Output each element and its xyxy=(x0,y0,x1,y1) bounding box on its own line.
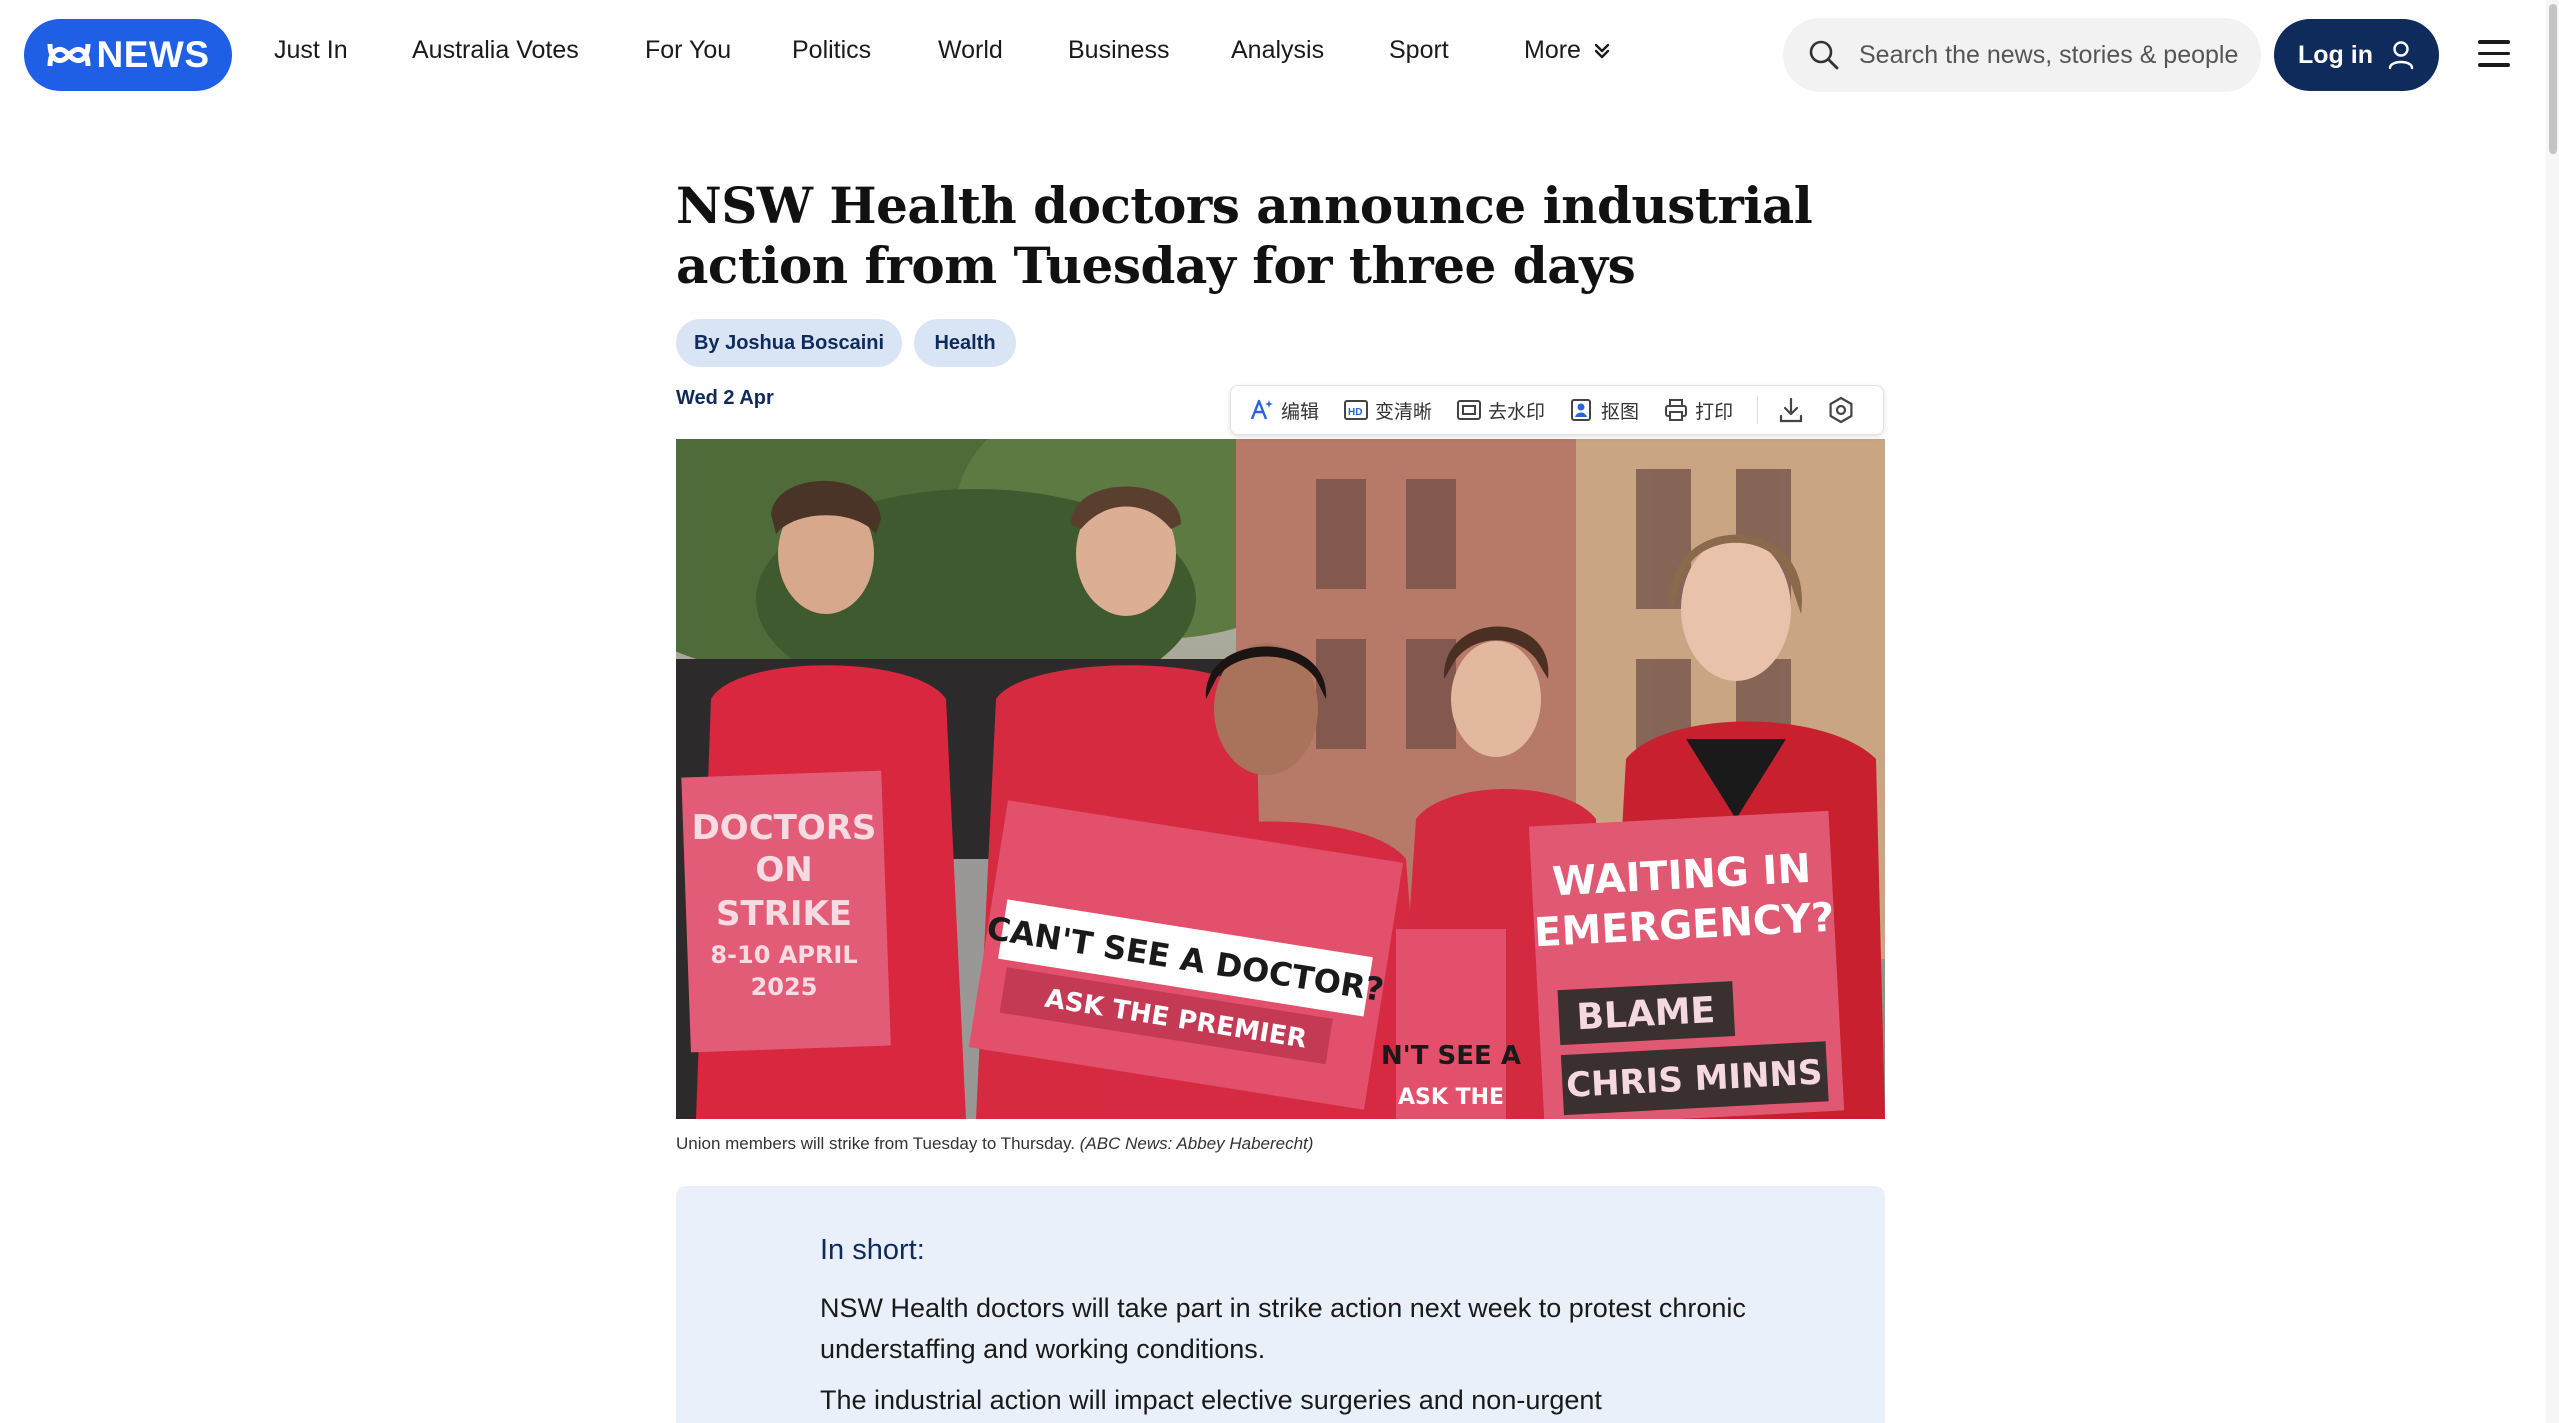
abc-news-logo[interactable]: NEWS xyxy=(24,19,232,91)
sign-partial-line1: N'T SEE A xyxy=(1381,1041,1521,1071)
search-bar[interactable] xyxy=(1783,18,2261,92)
topic-tag[interactable]: Health xyxy=(914,319,1016,367)
sign-left-line3: STRIKE xyxy=(716,894,852,934)
caption-text: Union members will strike from Tuesday t… xyxy=(676,1134,1076,1153)
caption-credit: (ABC News: Abbey Haberecht) xyxy=(1079,1134,1314,1153)
toolbar-edit-label: 编辑 xyxy=(1281,401,1320,423)
nav-for-you[interactable]: For You xyxy=(645,36,731,65)
ai-edit-icon xyxy=(1250,399,1273,420)
nav-politics[interactable]: Politics xyxy=(792,36,871,65)
nav-sport[interactable]: Sport xyxy=(1389,36,1449,65)
toolbar-print-label: 打印 xyxy=(1695,401,1734,423)
nav-analysis[interactable]: Analysis xyxy=(1231,36,1324,65)
chevron-double-down-icon xyxy=(1594,43,1610,58)
in-short-box: In short: NSW Health doctors will take p… xyxy=(676,1186,1885,1423)
author-tag[interactable]: By Joshua Boscaini xyxy=(676,319,902,367)
download-icon[interactable] xyxy=(1776,395,1806,425)
toolbar-watermark-label: 去水印 xyxy=(1488,401,1546,423)
image-caption: Union members will strike from Tuesday t… xyxy=(676,1134,1313,1154)
hero-image: DOCTORS ON STRIKE 8-10 APRIL 2025 CAN'T … xyxy=(676,439,1885,1119)
toolbar-cutout-button[interactable]: 抠图 xyxy=(1569,397,1639,424)
scrollbar-thumb[interactable] xyxy=(2549,4,2557,154)
publish-date: Wed 2 Apr xyxy=(676,387,774,409)
sign-right-line3: BLAME xyxy=(1576,990,1717,1038)
toolbar-cutout-label: 抠图 xyxy=(1601,401,1640,423)
abc-logo-icon xyxy=(47,43,90,67)
login-label: Log in xyxy=(2298,40,2373,69)
print-icon xyxy=(1665,399,1688,421)
sign-left-line4: 8-10 APRIL xyxy=(710,941,857,969)
watermark-remove-icon xyxy=(1457,400,1482,420)
toolbar-hd-button[interactable]: HD 变清晰 xyxy=(1343,397,1432,424)
sign-left-line1: DOCTORS xyxy=(692,808,877,848)
nav-australia-votes[interactable]: Australia Votes xyxy=(412,36,579,65)
nav-more[interactable]: More xyxy=(1524,36,1613,65)
hd-icon: HD xyxy=(1344,400,1369,420)
sign-left-line2: ON xyxy=(755,850,812,890)
nav-just-in[interactable]: Just In xyxy=(274,36,348,65)
menu-icon[interactable] xyxy=(2478,40,2510,68)
logo-text: NEWS xyxy=(96,34,210,75)
image-toolbar: 编辑 HD 变清晰 去水印 抠图 打印 xyxy=(1230,385,1884,435)
svg-text:HD: HD xyxy=(1348,407,1362,418)
sign-left-line5: 2025 xyxy=(751,973,818,1001)
in-short-title: In short: xyxy=(820,1234,925,1266)
search-input[interactable] xyxy=(1859,40,2259,70)
nav-world[interactable]: World xyxy=(938,36,1003,65)
nav-more-label: More xyxy=(1524,36,1581,64)
toolbar-hd-label: 变清晰 xyxy=(1375,401,1433,423)
sign-partial-line2: ASK THE xyxy=(1398,1085,1504,1110)
in-short-point-2: The industrial action will impact electi… xyxy=(820,1385,1602,1415)
page-scrollbar[interactable] xyxy=(2546,0,2559,1423)
cutout-icon xyxy=(1571,399,1592,421)
user-icon xyxy=(2388,41,2414,70)
login-button[interactable]: Log in xyxy=(2274,19,2439,91)
site-header: NEWS Just In Australia Votes For You Pol… xyxy=(0,0,2559,108)
toolbar-edit-button[interactable]: 编辑 xyxy=(1249,397,1319,424)
article-headline: NSW Health doctors announce industrial a… xyxy=(676,176,1813,295)
search-icon xyxy=(1809,40,1839,70)
in-short-point-1: NSW Health doctors will take part in str… xyxy=(820,1293,1746,1364)
toolbar-print-button[interactable]: 打印 xyxy=(1663,397,1733,424)
nav-business[interactable]: Business xyxy=(1068,36,1169,65)
toolbar-divider xyxy=(1757,396,1759,424)
toolbar-watermark-button[interactable]: 去水印 xyxy=(1456,397,1545,424)
settings-hex-icon[interactable] xyxy=(1826,395,1856,425)
